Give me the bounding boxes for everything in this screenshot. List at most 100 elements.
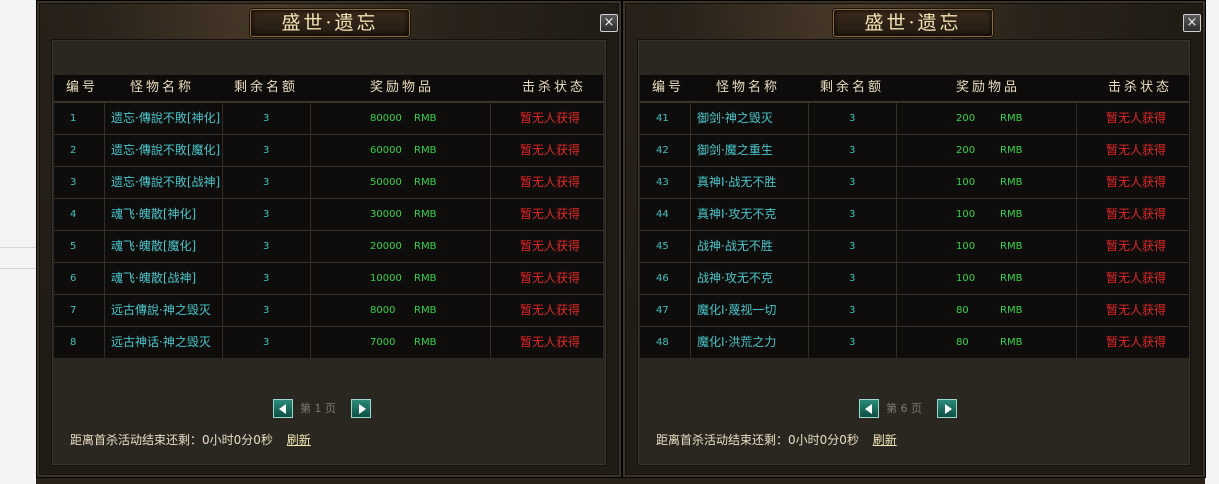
column-divider	[104, 103, 105, 134]
table-row: 7 远古傳說·神之毁灭 3 8000 RMB 暂无人获得	[54, 294, 603, 326]
column-divider	[1076, 167, 1077, 198]
column-divider	[808, 327, 809, 358]
column-divider	[896, 103, 897, 134]
countdown-footer: 距离首杀活动结束还剩：0小时0分0秒 刷新	[656, 431, 897, 447]
column-divider	[310, 103, 311, 134]
column-divider	[690, 135, 691, 166]
column-divider	[104, 199, 105, 230]
countdown-label: 距离首杀活动结束还剩：	[70, 433, 203, 447]
cell-remaining: 3	[263, 177, 270, 188]
cell-reward-unit: RMB	[414, 273, 437, 284]
close-icon[interactable]: ×	[1183, 14, 1201, 32]
prev-page-button[interactable]	[273, 399, 293, 418]
column-divider	[896, 199, 897, 230]
column-divider	[310, 199, 311, 230]
arrow-left-icon	[279, 404, 286, 414]
countdown-time: 0小时0分0秒	[202, 433, 273, 447]
column-divider	[690, 199, 691, 230]
cell-remaining: 3	[849, 337, 856, 348]
column-divider	[896, 167, 897, 198]
page-suffix: 页	[325, 402, 336, 415]
column-divider	[896, 135, 897, 166]
column-divider	[490, 135, 491, 166]
table-row: 41 御剑·神之毁灭 3 200 RMB 暂无人获得	[640, 102, 1189, 134]
page-prefix: 第	[300, 402, 311, 415]
cell-kill-status: 暂无人获得	[520, 303, 581, 317]
table-row: 46 战神·攻无不克 3 100 RMB 暂无人获得	[640, 262, 1189, 294]
column-divider	[310, 231, 311, 262]
arrow-right-icon	[945, 404, 952, 414]
column-divider	[896, 231, 897, 262]
countdown-footer: 距离首杀活动结束还剩：0小时0分0秒 刷新	[70, 431, 311, 447]
cell-monster-name: 远古神话·神之毁灭	[111, 335, 211, 349]
column-divider	[808, 167, 809, 198]
page-number: 1	[314, 402, 322, 415]
page-indicator: 第 1 页	[300, 399, 336, 418]
ranking-panel-right: 盛世·遗忘 × 编号 怪物名称 剩余名额 奖励物品 击杀状态 41 御剑·神之毁灭…	[622, 0, 1206, 478]
cell-reward-amount: 60000	[370, 145, 402, 156]
next-page-button[interactable]	[351, 399, 371, 418]
column-header-kill-status: 击杀状态	[1108, 80, 1173, 95]
cell-kill-status: 暂无人获得	[1106, 111, 1167, 125]
column-header-reward: 奖励物品	[956, 80, 1021, 95]
cell-remaining: 3	[263, 145, 270, 156]
cell-remaining: 3	[263, 337, 270, 348]
table-row: 3 遗忘·傳說不敗[战神] 3 50000 RMB 暂无人获得	[54, 166, 603, 198]
table-row: 42 御剑·魔之重生 3 200 RMB 暂无人获得	[640, 134, 1189, 166]
panel-title: 盛世·遗忘	[833, 9, 993, 37]
column-divider	[896, 295, 897, 326]
table-row: 43 真神Ⅰ·战无不胜 3 100 RMB 暂无人获得	[640, 166, 1189, 198]
cell-reward-unit: RMB	[414, 177, 437, 188]
refresh-link[interactable]: 刷新	[873, 433, 897, 447]
table-row: 1 遗忘·傳說不敗[神化] 3 80000 RMB 暂无人获得	[54, 102, 603, 134]
page-indicator: 第 6 页	[886, 399, 922, 418]
column-divider	[690, 327, 691, 358]
column-divider	[490, 327, 491, 358]
cell-remaining: 3	[849, 305, 856, 316]
cell-monster-name: 战神·攻无不克	[697, 271, 773, 285]
table-header: 编号 怪物名称 剩余名额 奖励物品 击杀状态	[640, 75, 1189, 102]
close-icon[interactable]: ×	[600, 14, 618, 32]
next-page-button[interactable]	[937, 399, 957, 418]
cell-reward-amount: 30000	[370, 209, 402, 220]
cell-remaining: 3	[849, 145, 856, 156]
cell-reward-unit: RMB	[414, 305, 437, 316]
arrow-left-icon	[865, 404, 872, 414]
column-divider	[104, 167, 105, 198]
column-divider	[104, 231, 105, 262]
column-divider	[490, 167, 491, 198]
column-divider	[222, 263, 223, 294]
cell-remaining: 3	[263, 241, 270, 252]
ranking-panel-left: 盛世·遗忘 × 编号 怪物名称 剩余名额 奖励物品 击杀状态 1 遗忘·傳說不敗[…	[36, 0, 622, 478]
countdown-time: 0小时0分0秒	[788, 433, 859, 447]
prev-page-button[interactable]	[859, 399, 879, 418]
cell-monster-name: 御剑·魔之重生	[697, 143, 773, 157]
table-body: 41 御剑·神之毁灭 3 200 RMB 暂无人获得 42 御剑·魔之重生 3 200 RMB 暂无人…	[640, 102, 1189, 358]
cell-monster-name: 魂飞·魄散[战神]	[111, 271, 197, 285]
content-box: 编号 怪物名称 剩余名额 奖励物品 击杀状态 1 遗忘·傳說不敗[神化] 3 8000…	[51, 39, 607, 466]
cell-reward-amount: 200	[956, 113, 976, 124]
cell-reward-amount: 200	[956, 145, 976, 156]
column-divider	[310, 135, 311, 166]
column-divider	[490, 295, 491, 326]
cell-number: 2	[70, 145, 77, 156]
column-divider	[104, 135, 105, 166]
cell-number: 8	[70, 337, 77, 348]
cell-monster-name: 远古傳說·神之毁灭	[111, 303, 211, 317]
page-prefix: 第	[886, 402, 897, 415]
background-line	[0, 268, 36, 269]
table-header: 编号 怪物名称 剩余名额 奖励物品 击杀状态	[54, 75, 603, 102]
cell-monster-name: 遗忘·傳說不敗[战神]	[111, 175, 221, 189]
column-divider	[1076, 199, 1077, 230]
refresh-link[interactable]: 刷新	[287, 433, 311, 447]
countdown-label: 距离首杀活动结束还剩：	[656, 433, 789, 447]
cell-kill-status: 暂无人获得	[1106, 175, 1167, 189]
table-row: 4 魂飞·魄散[神化] 3 30000 RMB 暂无人获得	[54, 198, 603, 230]
cell-number: 41	[656, 113, 669, 124]
cell-monster-name: 魔化Ⅰ·蔑视一切	[697, 303, 777, 317]
cell-monster-name: 真神Ⅰ·战无不胜	[697, 175, 777, 189]
table-row: 5 魂飞·魄散[魔化] 3 20000 RMB 暂无人获得	[54, 230, 603, 262]
cell-reward-unit: RMB	[1000, 113, 1023, 124]
cell-monster-name: 遗忘·傳說不敗[神化]	[111, 111, 221, 125]
cell-reward-unit: RMB	[1000, 273, 1023, 284]
